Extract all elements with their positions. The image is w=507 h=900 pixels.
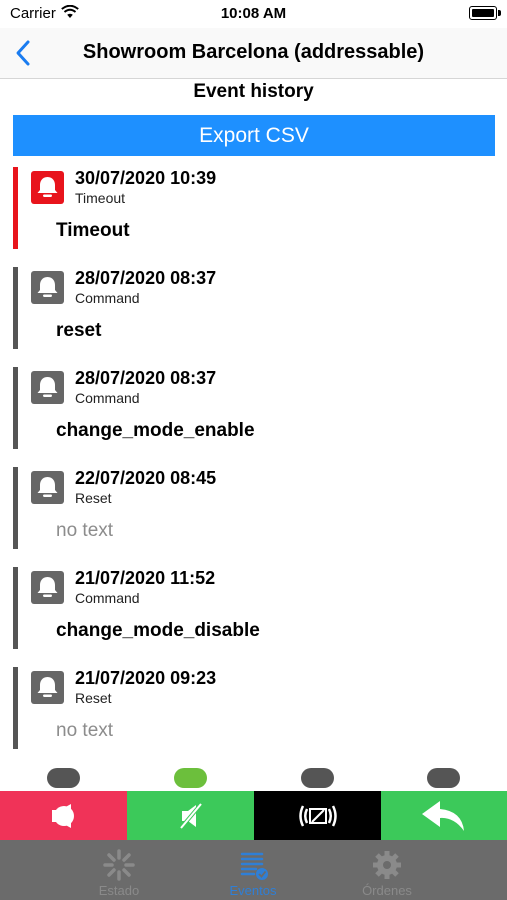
event-type: Timeout <box>75 190 126 206</box>
event-status-bar <box>13 167 18 249</box>
bell-icon <box>31 371 64 404</box>
event-text: change_mode_enable <box>56 420 255 441</box>
tab-label: Estado <box>98 883 140 898</box>
bell-icon <box>31 571 64 604</box>
event-item[interactable]: 30/07/2020 10:39 Timeout Timeout <box>13 167 495 249</box>
event-text: change_mode_disable <box>56 620 260 641</box>
clock: 10:08 AM <box>220 5 287 22</box>
event-item[interactable]: 28/07/2020 08:37 Command change_mode_ena… <box>13 367 495 449</box>
event-type: Command <box>75 590 140 606</box>
navigation-bar: Showroom Barcelona (addressable) <box>0 28 507 79</box>
event-type: Reset <box>75 690 112 706</box>
event-text: no text <box>56 520 114 541</box>
bell-icon <box>31 671 64 704</box>
event-text: reset <box>56 320 102 341</box>
page-dot[interactable] <box>47 768 80 788</box>
event-item[interactable]: 28/07/2020 08:37 Command reset <box>13 267 495 349</box>
event-date: 30/07/2020 10:39 <box>75 168 217 188</box>
bell-icon <box>31 171 64 204</box>
export-csv-button[interactable]: Export CSV <box>13 115 495 156</box>
tab-ordenes[interactable]: Órdenes <box>320 840 454 900</box>
bell-icon <box>31 271 64 304</box>
disable-device-button[interactable] <box>254 791 381 840</box>
event-text: Timeout <box>56 220 130 241</box>
event-item[interactable]: 21/07/2020 11:52 Command change_mode_dis… <box>13 567 495 649</box>
event-status-bar <box>13 467 18 549</box>
page-dot-active[interactable] <box>174 768 207 788</box>
tab-label: Eventos <box>229 883 277 898</box>
reply-button[interactable] <box>381 791 507 840</box>
tab-estado[interactable]: Estado <box>52 840 186 900</box>
page-dot[interactable] <box>301 768 334 788</box>
event-status-bar <box>13 667 18 749</box>
section-title: Event history <box>193 81 314 102</box>
tab-bar: Estado Eventos Órdenes <box>0 840 507 900</box>
event-status-bar <box>13 267 18 349</box>
event-date: 28/07/2020 08:37 <box>75 268 217 288</box>
event-text: no text <box>56 720 114 741</box>
tab-eventos[interactable]: Eventos <box>186 840 320 900</box>
action-row <box>0 791 507 840</box>
event-status-bar <box>13 567 18 649</box>
page-title: Showroom Barcelona (addressable) <box>82 41 425 63</box>
event-date: 21/07/2020 11:52 <box>75 568 216 588</box>
sounder-on-button[interactable] <box>0 791 127 840</box>
event-status-bar <box>13 367 18 449</box>
event-type: Command <box>75 390 140 406</box>
event-type: Command <box>75 290 140 306</box>
event-type: Reset <box>75 490 112 506</box>
page-dot[interactable] <box>427 768 460 788</box>
event-item[interactable]: 22/07/2020 08:45 Reset no text <box>13 467 495 549</box>
silence-button[interactable] <box>127 791 254 840</box>
tab-label: Órdenes <box>362 883 412 898</box>
event-date: 22/07/2020 08:45 <box>75 468 217 488</box>
status-bar: Carrier 10:08 AM <box>0 0 507 28</box>
event-date: 28/07/2020 08:37 <box>75 368 217 388</box>
page-indicator <box>0 768 507 788</box>
event-item[interactable]: 21/07/2020 09:23 Reset no text <box>13 667 495 749</box>
battery-icon <box>469 6 501 20</box>
event-date: 21/07/2020 09:23 <box>75 668 217 688</box>
bell-icon <box>31 471 64 504</box>
